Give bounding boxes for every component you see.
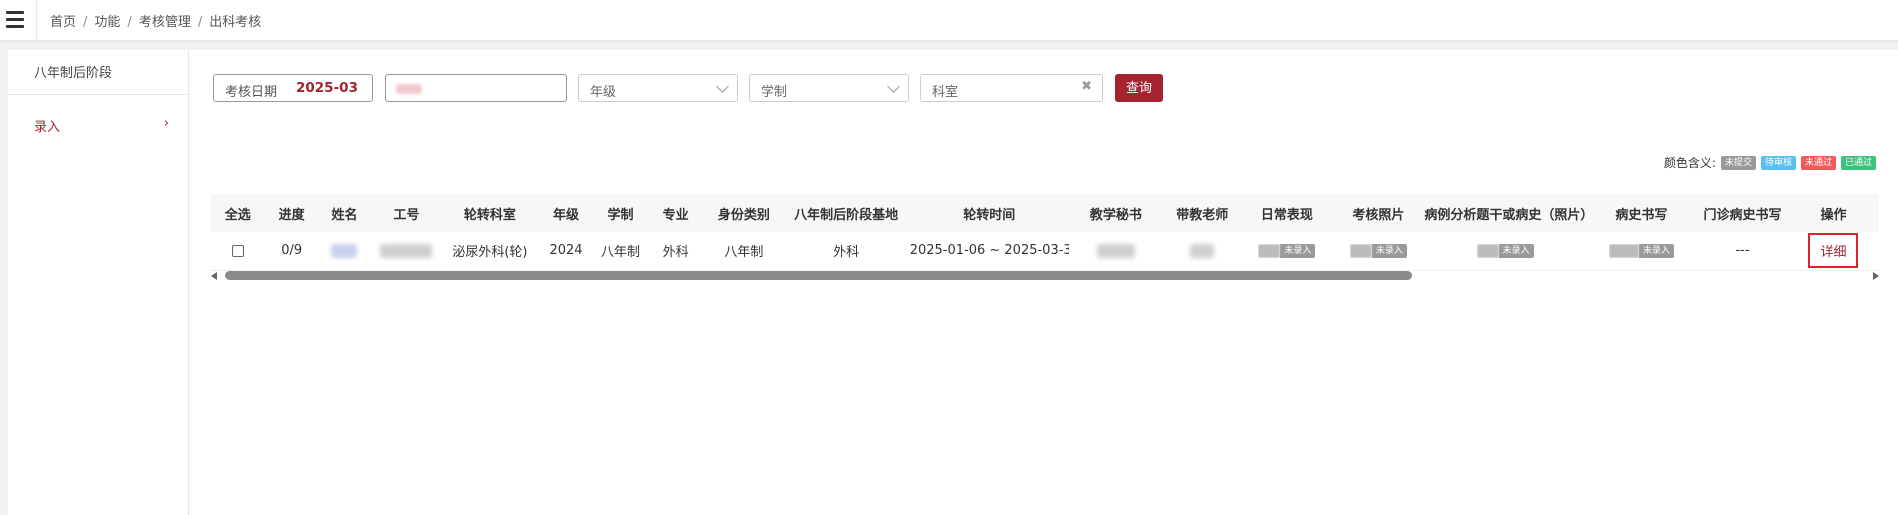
status-case[interactable]: 未录入 [1476,243,1534,258]
cell-outpatient: --- [1735,243,1750,259]
scroll-right-icon[interactable] [1873,272,1879,280]
status-label: 未录入 [1498,243,1534,258]
redacted-date [1349,243,1372,258]
data-table: 全选 进度 姓名 工号 轮转科室 年级 学制 专业 身份类别 八年制后阶段基地 … [211,194,1879,280]
top-bar: 首页 / 功能 / 考核管理 / 出科考核 [0,0,1898,41]
cell-system: 八年制 [601,245,641,261]
legend-not-passed: 未通过 [1800,155,1836,170]
legend-passed: 已通过 [1840,155,1876,170]
legend-not-submitted: 未提交 [1720,155,1756,170]
status-label: 未录入 [1280,243,1316,258]
header-major: 专业 [662,207,689,223]
status-label: 未录入 [1371,243,1407,258]
color-legend: 颜色含义: 未提交 待审核 未通过 已通过 [1664,154,1876,171]
header-action: 操作 [1820,207,1847,223]
divider [36,0,37,40]
legend-pending-review: 待审核 [1760,155,1796,170]
header-base: 八年制后阶段基地 [794,207,899,223]
redacted-secretary [1096,243,1135,258]
scrollbar-thumb[interactable] [225,271,1412,280]
main-panel: 八年制后阶段 录入 › 考核日期 2025-03 年级 学制 科室 ✖ 查询 颜… [8,50,1898,515]
chevron-right-icon: › [163,116,169,131]
status-label: 未录入 [1638,243,1674,258]
chevron-down-icon [716,80,729,93]
redacted-text [396,84,422,94]
chevron-down-icon [887,80,900,93]
header-rotation-time: 轮转时间 [963,207,1016,223]
name-search-input[interactable] [385,74,567,102]
cell-grade: 2024 [549,243,583,259]
cell-base: 外科 [833,245,860,261]
header-rotation-dept: 轮转科室 [463,207,516,223]
table-row: 0/9 泌尿外科(轮) 2024 八年制 外科 八年制 外科 2025-01-0… [211,232,1879,270]
grade-placeholder: 年级 [590,85,617,100]
breadcrumb: 首页 / 功能 / 考核管理 / 出科考核 [50,15,262,30]
sidebar-item-label: 录入 [34,120,61,135]
hamburger-menu-icon[interactable] [6,11,24,28]
status-history[interactable]: 未录入 [1608,243,1674,258]
system-select[interactable]: 学制 [749,74,909,102]
redacted-date [1476,243,1499,258]
header-name: 姓名 [331,207,358,223]
table-header-row: 全选 进度 姓名 工号 轮转科室 年级 学制 专业 身份类别 八年制后阶段基地 … [211,194,1879,232]
cell-major: 外科 [662,245,689,261]
header-secretary: 教学秘书 [1089,207,1142,223]
detail-link[interactable]: 详细 [1808,233,1859,269]
header-outpatient: 门诊病史书写 [1703,207,1782,223]
cell-identity: 八年制 [724,245,764,261]
header-grade: 年级 [553,207,580,223]
cell-dept: 泌尿外科(轮) [452,245,528,261]
date-label: 考核日期 [225,85,278,100]
header-progress: 进度 [278,207,305,223]
status-photo[interactable]: 未录入 [1349,243,1407,258]
redacted-date [1258,243,1281,258]
assessment-date-field[interactable]: 考核日期 2025-03 [213,74,373,102]
query-button[interactable]: 查询 [1115,74,1163,102]
header-system: 学制 [607,207,634,223]
breadcrumb-assessment-management[interactable]: 考核管理 [139,15,191,30]
redacted-staff-id [380,243,433,258]
breadcrumb-function[interactable]: 功能 [94,15,120,30]
sidebar-item-entry[interactable]: 录入 › [34,116,169,135]
header-case: 病例分析题干或病史（照片） [1424,207,1586,223]
header-photo: 考核照片 [1352,207,1405,223]
breadcrumb-current: 出科考核 [209,15,262,30]
redacted-date [1608,243,1639,258]
header-select-all[interactable]: 全选 [211,194,264,232]
cell-rotation-time: 2025-01-06 ~ 2025-03-31 [909,243,1069,259]
sidebar-title: 八年制后阶段 [34,66,113,81]
header-staff-id: 工号 [393,207,420,223]
status-daily[interactable]: 未录入 [1258,243,1316,258]
redacted-teacher [1190,243,1215,258]
clear-icon[interactable]: ✖ [1081,79,1092,94]
header-history: 病史书写 [1615,207,1668,223]
cell-progress: 0/9 [281,243,303,259]
department-select[interactable]: 科室 ✖ [920,74,1103,102]
date-value: 2025-03 [296,80,358,96]
header-teacher: 带教老师 [1176,207,1229,223]
header-daily: 日常表现 [1260,207,1313,223]
content-area: 考核日期 2025-03 年级 学制 科室 ✖ 查询 颜色含义: 未提交 待审核… [189,50,1898,515]
breadcrumb-home[interactable]: 首页 [50,15,76,30]
sidebar: 八年制后阶段 录入 › [8,50,189,515]
department-placeholder: 科室 [932,85,959,100]
redacted-name [331,243,358,258]
system-placeholder: 学制 [761,85,788,100]
divider [8,94,188,95]
horizontal-scrollbar[interactable] [211,270,1879,282]
legend-label: 颜色含义: [1663,156,1716,170]
row-checkbox[interactable] [231,244,244,257]
grade-select[interactable]: 年级 [578,74,738,102]
header-identity: 身份类别 [717,207,770,223]
scroll-left-icon[interactable] [211,272,217,280]
